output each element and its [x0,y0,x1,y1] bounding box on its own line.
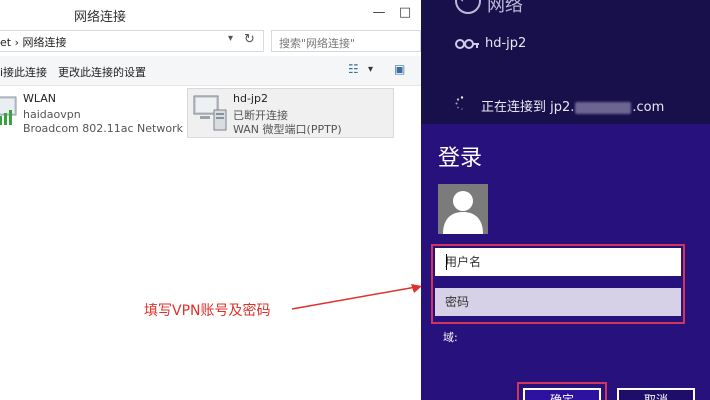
login-panel: 登录 域: 确定 取消 [421,124,710,400]
vpn-icon [455,39,479,49]
pane-title: 网络 [487,0,523,16]
chevron-down-icon[interactable]: ▾ [368,64,373,75]
maximize-icon[interactable]: □ [396,4,414,22]
connection-device: Broadcom 802.11ac Network ... [23,122,197,135]
chevron-down-icon[interactable]: ▾ [228,33,233,44]
status-suffix: .com [632,100,665,115]
back-arrow-icon: ← [459,0,471,7]
user-avatar-icon [438,184,488,234]
connect-command[interactable]: i接此连接 [0,64,47,80]
ok-button[interactable]: 确定 [523,388,601,400]
vpn-connection-icon [193,95,227,131]
text-caret [446,254,447,270]
password-field[interactable] [435,288,681,316]
address-bar[interactable]: et › 网络连接 ▾ ↻ [0,30,264,52]
view-options-icon[interactable]: ☷ [348,62,359,76]
login-title: 登录 [438,146,483,171]
vpn-name: hd-jp2 [485,36,527,51]
connection-wlan[interactable]: WLAN haidaovpn Broadcom 802.11ac Network… [0,90,197,136]
minimize-icon[interactable]: — [370,4,388,22]
network-header: ← 网络 hd-jp2 正在连接到 jp2. .com [421,0,710,124]
window-title: 网络连接 [74,10,127,25]
change-settings-command[interactable]: 更改此连接的设置 [58,64,146,80]
address-text: et › 网络连接 [0,36,67,49]
connection-name: WLAN [23,92,57,105]
wireless-adapter-icon [0,96,17,125]
connection-name: hd-jp2 [233,92,268,105]
annotation-arrow-icon [291,284,422,310]
domain-label: 域: [443,331,458,344]
loading-spinner-icon [455,96,464,110]
network-pane: ← 网络 hd-jp2 正在连接到 jp2. .com 登录 [421,0,710,400]
connection-status-text: 正在连接到 jp2. .com [481,96,664,115]
connection-network: haidaovpn [23,108,81,121]
connection-device: WAN 微型端口(PPTP) [233,123,342,136]
address-row: et › 网络连接 ▾ ↻ 搜索"网络连接" [0,30,421,52]
refresh-icon[interactable]: ↻ [244,32,255,47]
username-field[interactable] [435,248,681,276]
network-connections-window: 网络连接 — □ et › 网络连接 ▾ ↻ 搜索"网络连接" i接此连接 更改… [0,0,422,400]
search-box[interactable]: 搜索"网络连接" [271,30,421,52]
preview-pane-icon[interactable]: ▣ [394,62,405,76]
connection-hd-jp2[interactable]: hd-jp2 已断开连接 WAN 微型端口(PPTP) [187,88,394,138]
command-bar: i接此连接 更改此连接的设置 ☷ ▾ ▣ [0,56,421,86]
redacted-host [575,101,632,114]
title-bar: 网络连接 — □ [0,0,421,28]
search-placeholder: 搜索"网络连接" [279,37,356,50]
annotation-text: 填写VPN账号及密码 [144,303,271,319]
cancel-button[interactable]: 取消 [617,388,695,400]
status-prefix: 正在连接到 jp2. [481,100,575,115]
